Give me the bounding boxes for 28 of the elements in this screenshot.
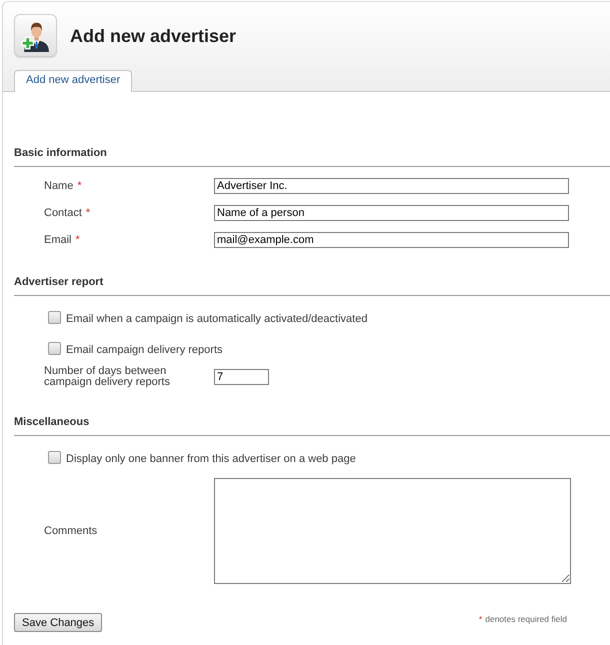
checkbox[interactable] (48, 451, 61, 464)
text-field[interactable]: Name of a person (214, 205, 569, 221)
required-mark: * (478, 614, 482, 624)
required-mark: * (77, 180, 82, 192)
field-label: Contact (44, 206, 82, 221)
required-note: denotes required field (485, 614, 567, 624)
save-button[interactable]: Save Changes (14, 613, 102, 632)
text-field[interactable]: mail@example.com (214, 232, 569, 248)
text-field[interactable]: Advertiser Inc. (214, 178, 569, 194)
number-field[interactable]: 7 (214, 369, 269, 385)
required-mark: * (86, 207, 90, 219)
field-label: Name (44, 179, 74, 194)
tab[interactable]: Add new advertiser (14, 70, 132, 92)
field-label: Comments (44, 524, 98, 539)
field-label: Email (44, 233, 72, 248)
checkbox[interactable] (48, 311, 61, 324)
checkbox-label: Email campaign delivery reports (66, 343, 223, 358)
checkbox[interactable] (48, 342, 61, 355)
section-heading: Advertiser report (14, 276, 104, 289)
section-heading: Miscellaneous (14, 416, 90, 429)
section-heading: Basic information (14, 147, 107, 160)
required-mark: * (76, 234, 80, 246)
page-title: Add new advertiser (70, 24, 236, 46)
person-plus-icon (14, 14, 57, 57)
checkbox-label: Email when a campaign is automatically activated/deactivated (66, 312, 368, 327)
checkbox-label: Display only one banner from this advertiser on a web page (66, 452, 356, 467)
comments-field[interactable] (214, 478, 571, 584)
field-label: Number of days between campaign delivery reports (44, 366, 171, 388)
